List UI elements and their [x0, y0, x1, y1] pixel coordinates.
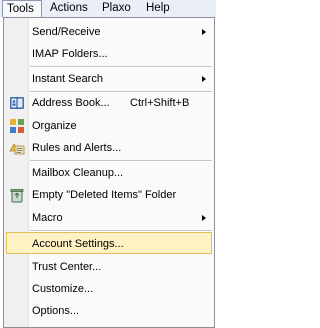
- account-settings-label: Account Settings...: [32, 238, 124, 250]
- options-label: Options...: [32, 305, 80, 317]
- rules-alerts-icon: [9, 143, 25, 155]
- menu-actions[interactable]: Actions: [46, 0, 92, 17]
- menu-tools[interactable]: Tools: [2, 0, 42, 17]
- address-book-shortcut: Ctrl+Shift+B: [130, 97, 190, 109]
- menu-item-imap-folders[interactable]: IMAP Folders...: [6, 43, 212, 65]
- address-book-icon: [10, 97, 24, 109]
- menu-item-mailbox-cleanup[interactable]: Mailbox Cleanup...: [6, 162, 212, 184]
- tools-dropdown-menu: Send/Receive IMAP Folders... Instant Sea…: [3, 17, 215, 328]
- submenu-arrow-icon: [202, 215, 206, 221]
- menu-item-instant-search[interactable]: Instant Search: [6, 68, 212, 90]
- empty-deleted-label: Empty "Deleted Items" Folder: [32, 189, 177, 201]
- menu-bar: Tools Actions Plaxo Help: [0, 0, 216, 18]
- macro-label: Macro: [32, 212, 63, 224]
- recycle-bin-icon: [10, 189, 24, 203]
- trust-center-label: Trust Center...: [32, 261, 102, 273]
- menu-plaxo[interactable]: Plaxo: [98, 0, 135, 17]
- organize-label: Organize: [32, 120, 77, 132]
- rules-alerts-label: Rules and Alerts...: [32, 142, 122, 154]
- mailbox-cleanup-label: Mailbox Cleanup...: [32, 167, 124, 179]
- customize-label: Customize...: [32, 283, 94, 295]
- menu-item-account-settings[interactable]: Account Settings...: [6, 232, 212, 254]
- menu-help[interactable]: Help: [142, 0, 174, 17]
- menu-item-rules-alerts[interactable]: Rules and Alerts...: [6, 137, 212, 159]
- send-receive-label: Send/Receive: [32, 26, 101, 38]
- submenu-arrow-icon: [202, 76, 206, 82]
- instant-search-label: Instant Search: [32, 73, 103, 85]
- menu-item-send-receive[interactable]: Send/Receive: [6, 21, 212, 43]
- menu-item-trust-center[interactable]: Trust Center...: [6, 256, 212, 278]
- menu-item-address-book[interactable]: Address Book... Ctrl+Shift+B: [6, 92, 212, 114]
- submenu-arrow-icon: [202, 29, 206, 35]
- menu-item-empty-deleted[interactable]: Empty "Deleted Items" Folder: [6, 184, 212, 206]
- imap-folders-label: IMAP Folders...: [32, 48, 108, 60]
- organize-icon: [10, 119, 24, 133]
- menu-item-macro[interactable]: Macro: [6, 207, 212, 229]
- menu-item-organize[interactable]: Organize: [6, 115, 212, 137]
- menu-item-customize[interactable]: Customize...: [6, 278, 212, 300]
- menu-item-options[interactable]: Options...: [6, 300, 212, 322]
- address-book-label: Address Book...: [32, 97, 110, 109]
